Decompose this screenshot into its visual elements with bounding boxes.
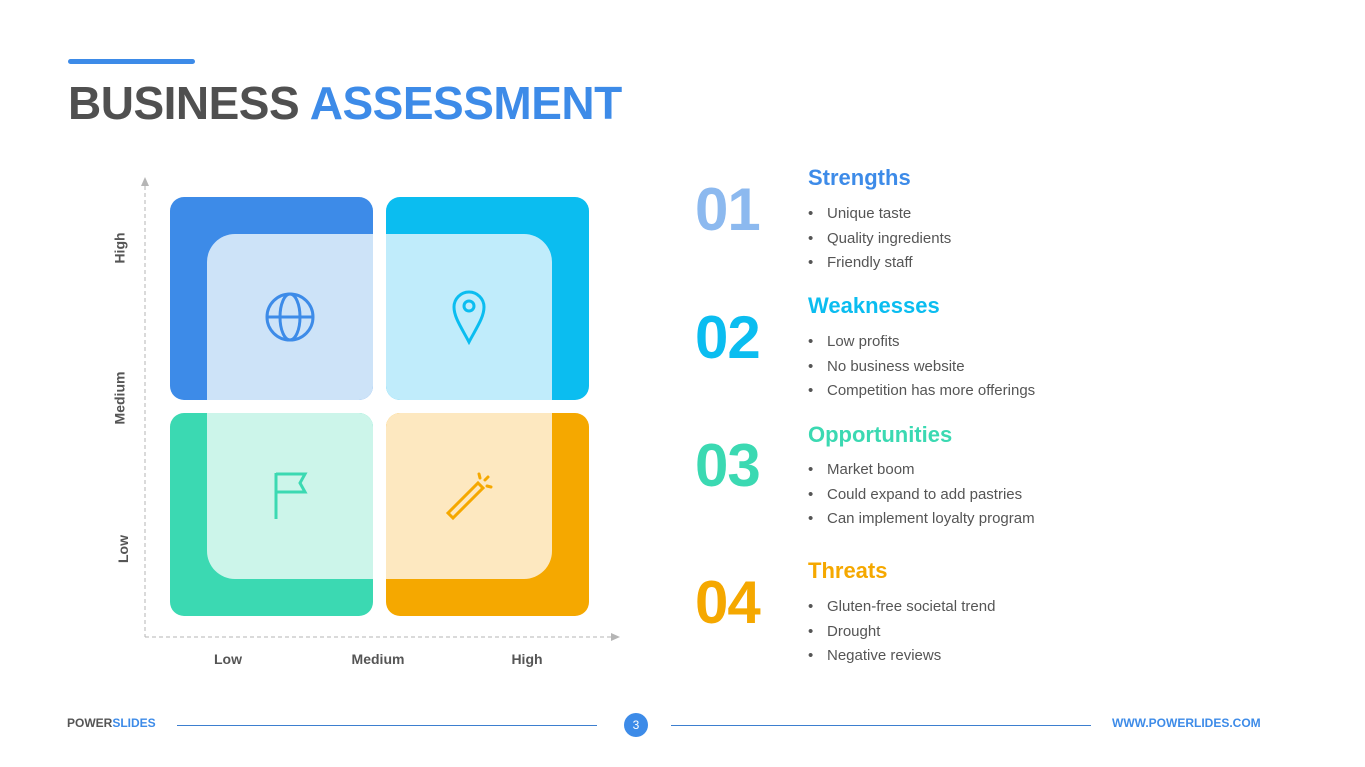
list-item: Friendly staff <box>808 251 951 276</box>
list-item: Gluten-free societal trend <box>808 595 995 620</box>
globe-icon <box>265 292 315 342</box>
x-label-low: Low <box>214 651 242 667</box>
threats-list: Gluten-free societal trend Drought Negat… <box>808 595 995 669</box>
quadrant-opportunities <box>170 413 373 616</box>
list-item: Negative reviews <box>808 644 995 669</box>
list-item: Market boom <box>808 458 1035 483</box>
list-item: Could expand to add pastries <box>808 483 1035 508</box>
map-pin-icon <box>452 290 486 345</box>
quadrant-weaknesses <box>386 197 589 400</box>
flag-icon <box>274 472 308 519</box>
magic-wand-icon <box>445 472 493 521</box>
list-item: Unique taste <box>808 202 951 227</box>
section-number-03: 03 <box>695 432 761 499</box>
x-axis-arrow-icon <box>611 633 620 641</box>
page-number-badge: 3 <box>624 713 648 737</box>
y-label-low: Low <box>115 535 131 563</box>
list-item: No business website <box>808 355 1035 380</box>
x-label-medium: Medium <box>351 651 405 667</box>
footer-url: WWW.POWERLIDES.COM <box>1112 716 1261 730</box>
quadrant-threats <box>386 413 589 616</box>
section-title-strengths: Strengths <box>808 165 911 190</box>
list-item: Can implement loyalty program <box>808 507 1035 532</box>
y-label-high: High <box>111 232 128 264</box>
footer-divider-left <box>177 725 597 726</box>
section-title-threats: Threats <box>808 558 888 583</box>
weaknesses-list: Low profits No business website Competit… <box>808 330 1035 404</box>
section-title-opportunities: Opportunities <box>808 422 953 447</box>
list-item: Competition has more offerings <box>808 379 1035 404</box>
opportunities-list: Market boom Could expand to add pastries… <box>808 458 1035 532</box>
y-label-medium: Medium <box>111 371 128 425</box>
list-item: Quality ingredients <box>808 227 951 252</box>
quadrant-strengths <box>170 197 373 400</box>
list-item: Drought <box>808 620 995 645</box>
x-label-high: High <box>511 651 543 667</box>
section-number-04: 04 <box>695 569 761 636</box>
section-title-weaknesses: Weaknesses <box>808 293 940 318</box>
footer-divider-right <box>671 725 1091 726</box>
section-number-01: 01 <box>695 176 761 243</box>
section-number-02: 02 <box>695 304 761 371</box>
strengths-list: Unique taste Quality ingredients Friendl… <box>808 202 951 276</box>
y-axis-arrow-icon <box>141 177 149 186</box>
footer-brand: POWERSLIDES <box>67 716 156 730</box>
list-item: Low profits <box>808 330 1035 355</box>
